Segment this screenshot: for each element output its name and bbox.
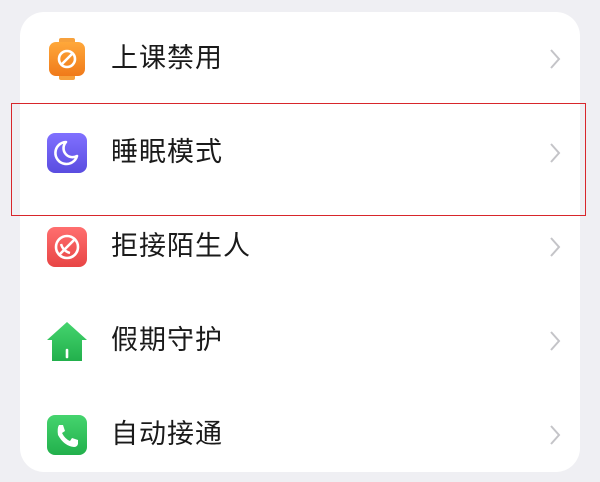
settings-list: 上课禁用 睡眠模式 拒接陌生人 假期守护 自动接通	[20, 12, 580, 472]
chevron-right-icon	[550, 143, 561, 163]
chevron-right-icon	[550, 331, 561, 351]
item-label: 假期守护	[111, 325, 223, 356]
item-label: 上课禁用	[111, 43, 223, 74]
chevron-right-icon	[550, 237, 561, 257]
list-item-sleep-mode[interactable]: 睡眠模式	[20, 106, 580, 200]
list-item-auto-answer[interactable]: 自动接通	[20, 388, 580, 482]
item-label: 拒接陌生人	[111, 231, 251, 262]
house-icon	[47, 322, 87, 361]
item-label: 自动接通	[111, 419, 223, 450]
list-item-class-disable[interactable]: 上课禁用	[20, 12, 580, 106]
list-item-holiday-guard[interactable]: 假期守护	[20, 294, 580, 388]
list-item-reject-strangers[interactable]: 拒接陌生人	[20, 200, 580, 294]
moon-icon	[47, 133, 87, 173]
chevron-right-icon	[550, 425, 561, 445]
chevron-right-icon	[550, 49, 561, 69]
block-call-icon	[47, 227, 87, 267]
class-disable-icon	[49, 38, 85, 80]
item-label: 睡眠模式	[111, 137, 223, 168]
